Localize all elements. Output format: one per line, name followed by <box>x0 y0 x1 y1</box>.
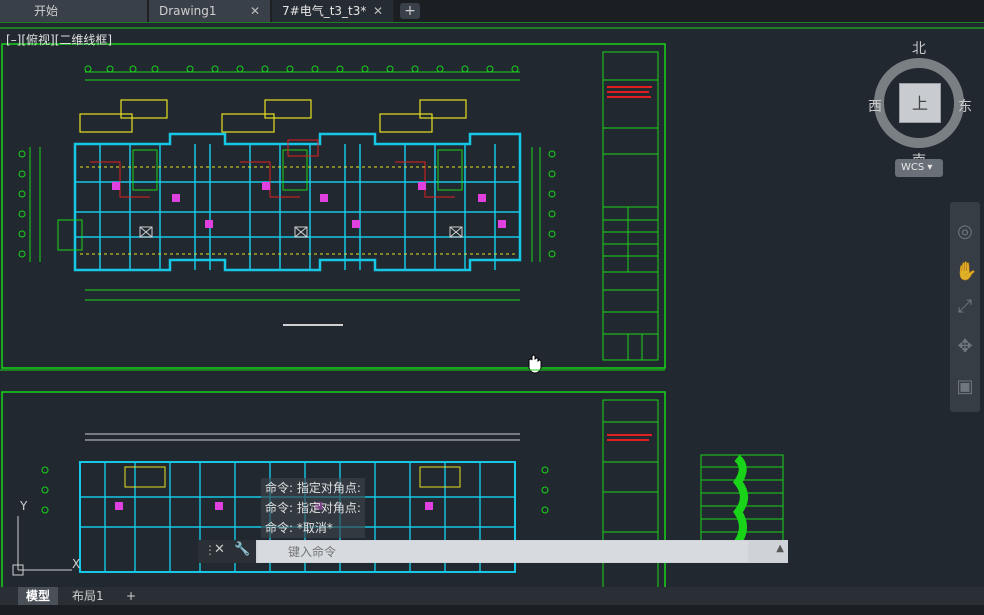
ucs-x-label: X <box>72 557 80 571</box>
pan-icon[interactable]: ✋ <box>955 262 977 282</box>
new-tab-button[interactable]: + <box>400 3 420 19</box>
plan-caption-text <box>283 324 343 326</box>
close-icon[interactable]: ✕ <box>250 0 260 22</box>
navigation-bar: ◎ ✋ ⤢ ✥ ▣ <box>950 202 980 412</box>
sheet-1-frame <box>1 43 666 369</box>
chevron-up-icon[interactable]: ▲ <box>776 543 784 554</box>
stair-cores <box>57 149 463 251</box>
viewcube-top-face[interactable]: 上 <box>899 83 941 123</box>
sheet-1-title-text <box>607 86 652 98</box>
sheet-1-title-block <box>602 51 659 361</box>
showmotion-icon[interactable]: ▣ <box>955 377 975 397</box>
tab-drawing1-label: Drawing1 <box>159 4 217 18</box>
floor-plan-1 <box>18 65 556 326</box>
ucs-y-label: Y <box>19 499 28 513</box>
wrench-icon[interactable]: 🔧 <box>234 542 250 557</box>
ucs-icon: Y X <box>12 499 80 576</box>
roof-stair-outlines <box>79 99 467 133</box>
command-input[interactable] <box>258 541 748 562</box>
status-bar <box>0 605 984 615</box>
viewcube[interactable]: 上 北 南 东 西 <box>868 41 972 169</box>
tab-model[interactable]: 模型 <box>18 587 59 605</box>
wcs-dropdown[interactable]: WCS ▾ <box>895 159 943 177</box>
compass-north[interactable]: 北 <box>912 38 926 58</box>
command-line: ⋮ ✕ 🔧 ▶_ ▲ <box>198 540 788 563</box>
layout-tabs: 模型 布局1 + <box>0 587 984 605</box>
circuit-lines <box>90 139 455 198</box>
tab-start[interactable]: 开始 <box>0 0 148 22</box>
lighting-circuits <box>80 166 515 255</box>
sheet-2-title-text <box>607 434 652 441</box>
tab-drawing1[interactable]: Drawing1 ✕ <box>149 0 271 22</box>
interior-walls <box>75 144 520 270</box>
tab-start-label: 开始 <box>34 4 59 18</box>
equipment-boxes <box>139 226 463 238</box>
fixtures <box>112 182 506 228</box>
command-line-handle[interactable]: ⋮ ✕ 🔧 <box>198 540 256 563</box>
document-tab-bar: 开始 Drawing1 ✕ 7#电气_t3_t3* ✕ + <box>0 0 984 22</box>
viewport-controls-label[interactable]: [–][俯视][二维线框] <box>6 31 112 48</box>
orbit-icon[interactable]: ✥ <box>955 337 975 357</box>
command-history: 命令: 指定对角点: 命令: 指定对角点: 命令: *取消* <box>261 478 365 538</box>
compass-east[interactable]: 东 <box>958 96 972 116</box>
tab-current-drawing-label: 7#电气_t3_t3* <box>282 4 367 18</box>
command-history-line: 命令: 指定对角点: <box>261 498 365 518</box>
command-history-line: 命令: 指定对角点: <box>261 478 365 498</box>
building-outline <box>73 132 522 272</box>
command-history-line: 命令: *取消* <box>261 518 365 538</box>
drawing-canvas[interactable] <box>0 22 984 587</box>
zoom-extents-icon[interactable]: ⤢ <box>955 297 975 317</box>
add-layout-button[interactable]: + <box>118 587 144 605</box>
steering-wheel-icon[interactable]: ◎ <box>955 222 975 242</box>
model-viewport[interactable]: [–][俯视][二维线框] 上 北 南 东 西 WCS ▾ ◎ ✋ ⤢ ✥ ▣ … <box>0 22 984 587</box>
close-icon[interactable]: ✕ <box>214 542 225 557</box>
tab-current-drawing[interactable]: 7#电气_t3_t3* ✕ <box>272 0 394 22</box>
tab-layout1[interactable]: 布局1 <box>64 587 112 605</box>
compass-west[interactable]: 西 <box>868 96 882 116</box>
close-icon[interactable]: ✕ <box>373 0 383 22</box>
